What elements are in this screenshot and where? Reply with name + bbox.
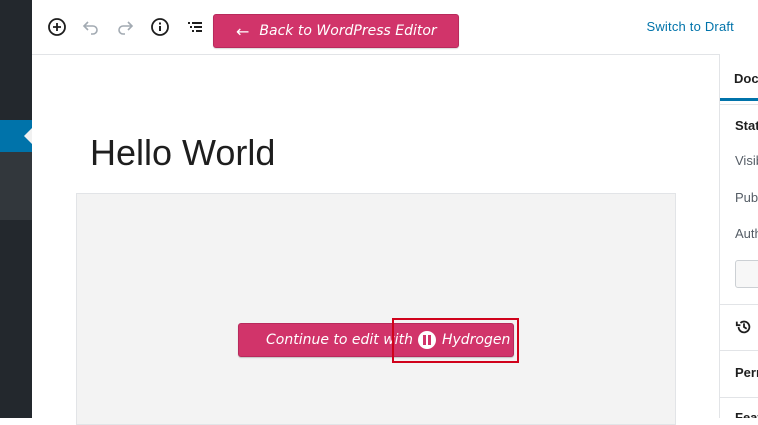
continue-label: Continue to edit with (266, 332, 413, 348)
visibility-label: Visibility (735, 153, 758, 168)
active-tab-indicator (720, 98, 758, 101)
annotation-highlight-box (392, 318, 519, 363)
admin-menu-active-item[interactable] (0, 120, 32, 152)
info-icon[interactable] (148, 15, 172, 39)
featured-image-panel-heading[interactable]: Featured Image (735, 410, 758, 418)
move-to-trash-button[interactable] (735, 260, 758, 288)
permalink-panel-heading[interactable]: Permalink (735, 365, 758, 380)
redo-icon[interactable] (113, 15, 137, 39)
post-title[interactable]: Hello World (90, 132, 275, 174)
editor-toolbar: ← Back to WordPress Editor Switch to Dra… (32, 0, 758, 55)
undo-icon[interactable] (79, 15, 103, 39)
arrow-left-icon: ← (236, 21, 250, 41)
admin-submenu (0, 152, 32, 220)
tab-document[interactable]: Document (734, 71, 758, 86)
hydrogen-block (76, 193, 676, 425)
divider (720, 104, 758, 105)
admin-sidebar (0, 0, 32, 418)
switch-to-draft-link[interactable]: Switch to Draft (646, 19, 734, 34)
status-panel-heading[interactable]: Status & Visibility (735, 118, 758, 133)
back-button-label: Back to WordPress Editor (259, 23, 437, 39)
divider (720, 350, 758, 351)
publish-label: Publish (735, 190, 758, 205)
outline-icon[interactable] (183, 15, 207, 39)
settings-sidebar: Document Status & Visibility Visibility … (719, 54, 758, 418)
divider (720, 304, 758, 305)
author-label: Author (735, 226, 758, 241)
divider (720, 397, 758, 398)
add-block-icon[interactable] (45, 15, 69, 39)
revisions-icon[interactable] (735, 318, 753, 341)
back-to-wordpress-editor-button[interactable]: ← Back to WordPress Editor (213, 14, 459, 48)
